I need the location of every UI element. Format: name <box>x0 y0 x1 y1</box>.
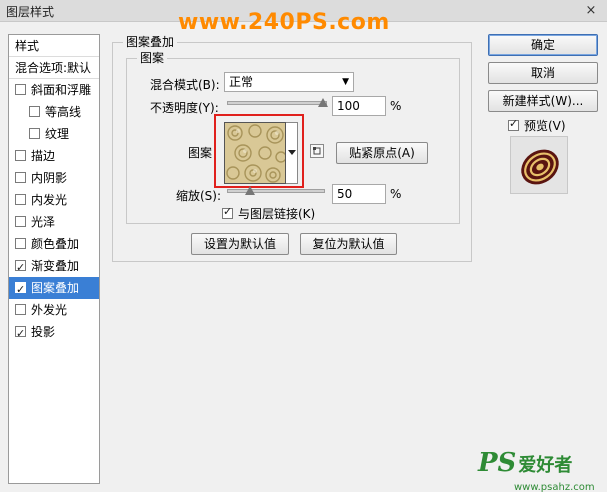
style-item-5[interactable]: 内发光 <box>9 189 99 211</box>
style-item-label: 内阴影 <box>31 171 68 185</box>
scale-label: 缩放(S): <box>176 189 222 203</box>
opacity-unit: % <box>390 99 402 113</box>
style-item-6[interactable]: 光泽 <box>9 211 99 233</box>
pattern-swatch[interactable] <box>224 122 286 184</box>
style-item-label: 图案叠加 <box>31 281 80 295</box>
ok-button[interactable]: 确定 <box>488 34 598 56</box>
pattern-label: 图案 <box>188 146 213 160</box>
footer-logo-text: 爱好者 <box>518 455 573 476</box>
style-items: 斜面和浮雕等高线纹理描边内阴影内发光光泽颜色叠加渐变叠加图案叠加外发光投影 <box>9 79 99 345</box>
scale-slider[interactable] <box>227 189 325 193</box>
style-item-2[interactable]: 纹理 <box>9 123 99 145</box>
opacity-label: 不透明度(Y): <box>150 101 219 115</box>
style-item-label: 颜色叠加 <box>31 237 80 251</box>
style-item-8[interactable]: 渐变叠加 <box>9 255 99 279</box>
style-item-11[interactable]: 投影 <box>9 321 99 345</box>
link-with-layer-label: 与图层链接(K) <box>238 207 316 221</box>
scale-unit: % <box>390 187 402 201</box>
style-item-label: 描边 <box>31 149 56 163</box>
pattern-overlay-title: 图案叠加 <box>123 35 178 49</box>
style-item-checkbox[interactable] <box>15 150 26 161</box>
style-item-checkbox[interactable] <box>15 257 26 279</box>
reset-default-button[interactable]: 复位为默认值 <box>300 233 397 255</box>
style-item-0[interactable]: 斜面和浮雕 <box>9 79 99 101</box>
style-item-checkbox[interactable] <box>15 216 26 227</box>
scale-slider-thumb[interactable] <box>245 186 255 196</box>
watermark-text: www.240PS.com <box>178 10 390 35</box>
style-item-label: 外发光 <box>31 303 68 317</box>
style-item-checkbox[interactable] <box>29 106 40 117</box>
cancel-button[interactable]: 取消 <box>488 62 598 84</box>
style-item-checkbox[interactable] <box>15 194 26 205</box>
style-item-label: 等高线 <box>45 105 82 119</box>
style-item-label: 渐变叠加 <box>31 259 80 273</box>
style-item-label: 斜面和浮雕 <box>31 83 92 97</box>
opacity-slider[interactable] <box>227 101 327 105</box>
preview-image <box>511 137 567 193</box>
window-title: 图层样式 <box>6 5 55 19</box>
style-item-label: 投影 <box>31 325 56 339</box>
style-item-7[interactable]: 颜色叠加 <box>9 233 99 255</box>
style-item-4[interactable]: 内阴影 <box>9 167 99 189</box>
blend-mode-select[interactable]: 正常 ▼ <box>224 72 354 92</box>
snap-to-origin-button[interactable]: 贴紧原点(A) <box>336 142 428 164</box>
styles-header[interactable]: 样式 <box>9 35 99 57</box>
style-item-checkbox[interactable] <box>15 304 26 315</box>
footer-site-logo: PS 爱好者 www.psahz.com <box>478 448 595 492</box>
new-style-button[interactable]: 新建样式(W)... <box>488 90 598 112</box>
preview-checkbox[interactable] <box>508 117 519 131</box>
link-with-layer-row[interactable]: 与图层链接(K) <box>222 205 315 222</box>
style-item-label: 内发光 <box>31 193 68 207</box>
style-item-checkbox[interactable] <box>15 238 26 249</box>
style-item-label: 纹理 <box>45 127 70 141</box>
pattern-dropdown-button[interactable] <box>286 122 298 184</box>
blend-options-item[interactable]: 混合选项:默认 <box>9 57 99 79</box>
style-item-checkbox[interactable] <box>15 279 26 301</box>
close-icon[interactable]: × <box>581 3 601 19</box>
style-item-10[interactable]: 外发光 <box>9 299 99 321</box>
style-item-1[interactable]: 等高线 <box>9 101 99 123</box>
create-preset-icon[interactable] <box>310 144 324 158</box>
pattern-thumbnail-image <box>225 123 285 183</box>
pattern-subgroup-title: 图案 <box>137 51 168 65</box>
style-item-checkbox[interactable] <box>15 172 26 183</box>
set-default-button[interactable]: 设置为默认值 <box>191 233 289 255</box>
style-item-checkbox[interactable] <box>15 84 26 95</box>
blend-mode-value: 正常 <box>229 75 254 89</box>
style-preview-thumbnail <box>510 136 568 194</box>
style-item-label: 光泽 <box>31 215 56 229</box>
style-item-checkbox[interactable] <box>29 128 40 139</box>
preview-label: 预览(V) <box>524 119 566 133</box>
style-item-3[interactable]: 描边 <box>9 145 99 167</box>
link-with-layer-checkbox[interactable] <box>222 205 233 219</box>
preview-row[interactable]: 预览(V) <box>508 117 566 134</box>
opacity-slider-thumb[interactable] <box>318 98 328 108</box>
opacity-input[interactable]: 100 <box>332 96 386 116</box>
style-item-9[interactable]: 图案叠加 <box>9 277 99 301</box>
styles-list-panel: 样式 混合选项:默认 斜面和浮雕等高线纹理描边内阴影内发光光泽颜色叠加渐变叠加图… <box>8 34 100 484</box>
blend-mode-label: 混合模式(B): <box>150 78 220 92</box>
footer-url: www.psahz.com <box>514 482 595 492</box>
chevron-down-icon: ▼ <box>342 77 349 87</box>
footer-logo-ps: PS <box>478 448 517 478</box>
new-preset-glyph <box>313 147 321 155</box>
scale-input[interactable]: 50 <box>332 184 386 204</box>
style-item-checkbox[interactable] <box>15 323 26 345</box>
pattern-picker-highlight <box>214 114 304 188</box>
